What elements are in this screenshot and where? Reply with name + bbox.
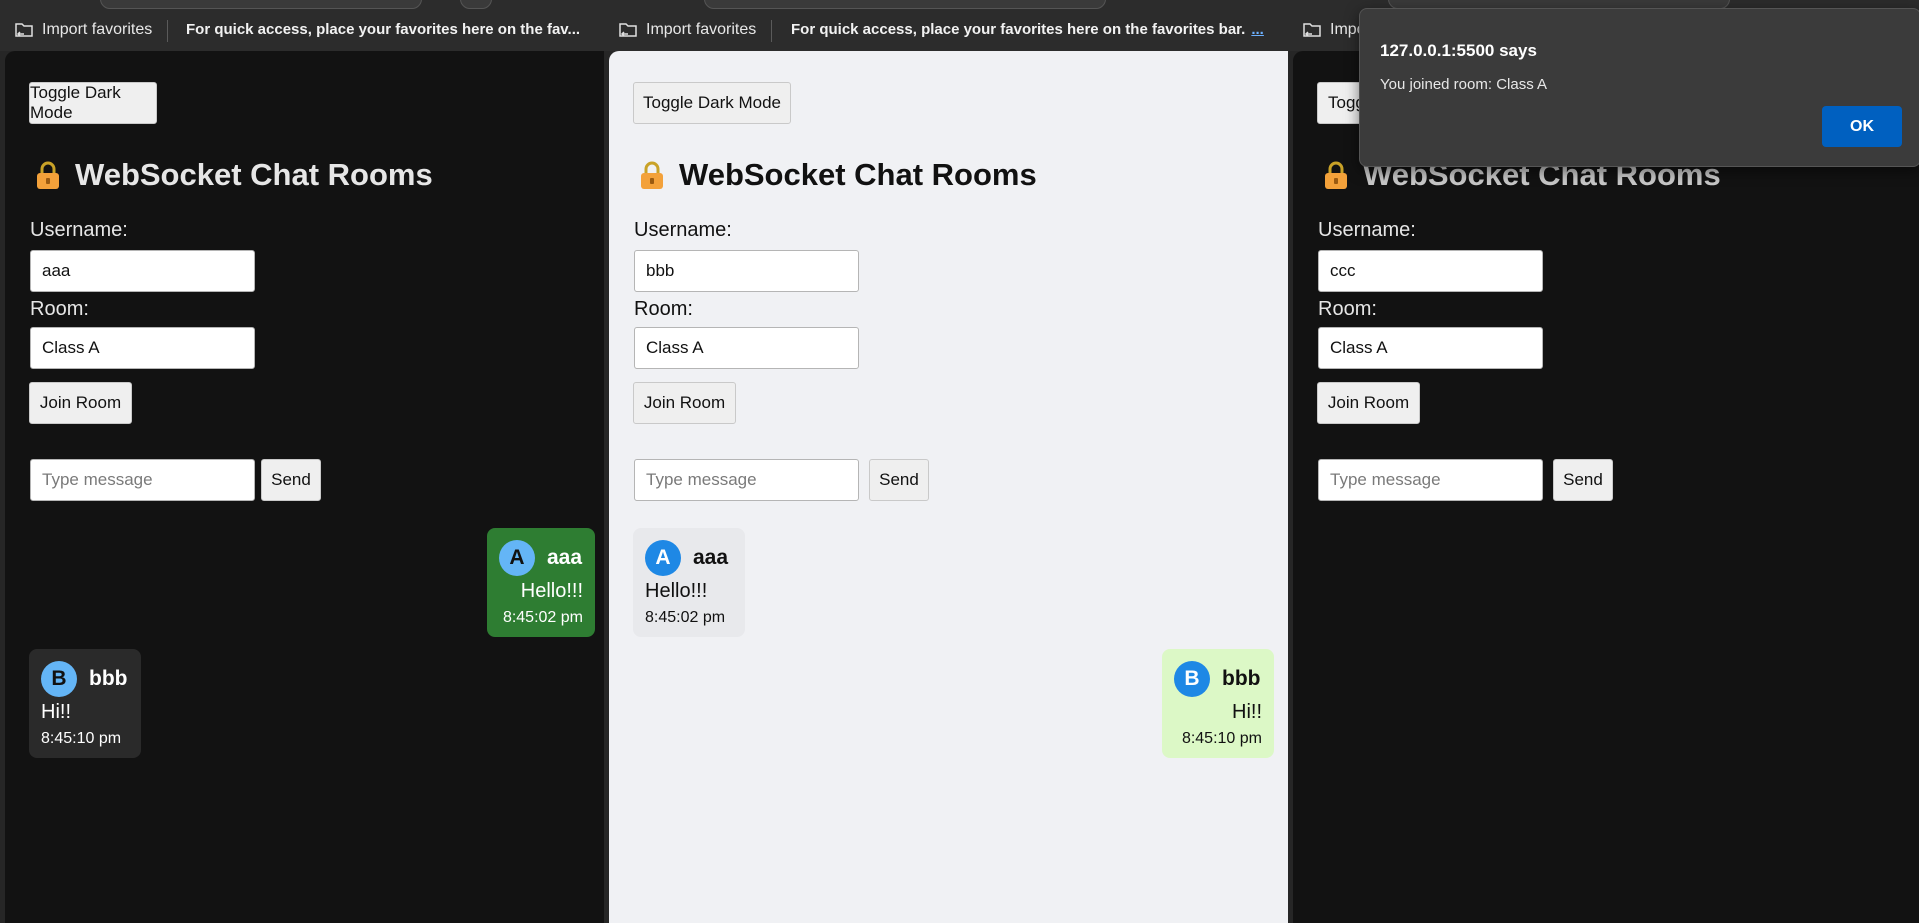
message-input[interactable]: Type message	[1318, 459, 1543, 501]
import-favorites-button[interactable]: Import favorites	[618, 21, 756, 39]
room-label: Room:	[30, 298, 89, 320]
username-input[interactable]: bbb	[634, 250, 859, 292]
join-room-button[interactable]: Join Room	[1317, 382, 1420, 424]
browser-window-2: Import favorites For quick access, place…	[604, 0, 1288, 923]
avatar: A	[645, 540, 681, 576]
lock-icon	[1325, 161, 1347, 189]
username-label: Username:	[634, 219, 732, 241]
message-time: 8:45:10 pm	[1181, 730, 1262, 747]
title-text: WebSocket Chat Rooms	[75, 157, 433, 192]
message-time: 8:45:10 pm	[41, 730, 122, 747]
browser-window-1: Import favorites For quick access, place…	[0, 0, 604, 923]
room-input[interactable]: Class A	[1318, 327, 1543, 369]
message-time: 8:45:02 pm	[645, 609, 726, 626]
room-label: Room:	[634, 298, 693, 320]
message-text: Hello!!!	[645, 580, 708, 602]
import-folder-icon	[1303, 23, 1321, 37]
send-button[interactable]: Send	[1553, 459, 1613, 501]
avatar: A	[499, 540, 535, 576]
favorites-hint-text: For quick access, place your favorites h…	[791, 21, 1246, 38]
favorites-hint: For quick access, place your favorites h…	[791, 21, 1288, 38]
favorites-hint: For quick access, place your favorites h…	[186, 21, 581, 38]
message-time: 8:45:02 pm	[502, 609, 583, 626]
message-text: Hi!!	[1232, 701, 1262, 723]
dialog-ok-button[interactable]: OK	[1822, 106, 1902, 147]
username-label: Username:	[30, 219, 128, 241]
send-button[interactable]: Send	[261, 459, 321, 501]
favorites-separator	[771, 20, 772, 42]
message-username: bbb	[1222, 667, 1261, 690]
title-text: WebSocket Chat Rooms	[679, 157, 1037, 192]
chat-message-own: A aaa Hello!!! 8:45:02 pm	[487, 528, 595, 637]
message-input[interactable]: Type message	[30, 459, 255, 501]
page-title: WebSocket Chat Rooms	[639, 157, 1037, 193]
avatar: B	[1174, 661, 1210, 697]
send-button[interactable]: Send	[869, 459, 929, 501]
username-input[interactable]: aaa	[30, 250, 255, 292]
message-username: bbb	[89, 667, 128, 690]
favorites-separator	[167, 20, 168, 42]
import-folder-icon	[15, 23, 33, 37]
message-header: B bbb	[1174, 661, 1262, 697]
message-header: A aaa	[499, 540, 583, 576]
message-text: Hi!!	[41, 701, 71, 723]
import-favorites-label: Import favorites	[42, 21, 153, 38]
chat-message-own: B bbb Hi!! 8:45:10 pm	[1162, 649, 1274, 758]
message-header: A aaa	[645, 540, 733, 576]
join-room-button[interactable]: Join Room	[29, 382, 132, 424]
dialog-title: 127.0.0.1:5500 says	[1380, 41, 1537, 60]
chat-page: Togg WebSocket Chat Rooms Username: ccc …	[1293, 51, 1919, 923]
lock-icon	[641, 161, 663, 189]
alert-dialog: 127.0.0.1:5500 says You joined room: Cla…	[1359, 8, 1919, 167]
username-input[interactable]: ccc	[1318, 250, 1543, 292]
page-title: WebSocket Chat Rooms	[35, 157, 433, 193]
import-folder-icon	[619, 23, 637, 37]
message-username: aaa	[547, 546, 583, 569]
message-text: Hello!!!	[520, 580, 583, 602]
lock-icon	[37, 161, 59, 189]
favorites-bar: Import favorites For quick access, place…	[604, 0, 1288, 51]
toggle-dark-mode-button[interactable]: Toggle Dark Mode	[633, 82, 791, 124]
message-header: B bbb	[41, 661, 129, 697]
import-favorites-button[interactable]: Impo	[1302, 21, 1366, 39]
chat-page: Toggle Dark Mode WebSocket Chat Rooms Us…	[5, 51, 604, 923]
dialog-message: You joined room: Class A	[1380, 76, 1548, 93]
import-favorites-button[interactable]: Import favorites	[14, 21, 152, 39]
favorites-more-link[interactable]: ...	[1251, 21, 1264, 38]
room-label: Room:	[1318, 298, 1377, 320]
tab-strip-edge	[460, 0, 492, 9]
avatar: B	[41, 661, 77, 697]
room-input[interactable]: Class A	[30, 327, 255, 369]
tab-strip-edge	[100, 0, 422, 9]
message-username: aaa	[693, 546, 729, 569]
favorites-bar: Import favorites For quick access, place…	[0, 0, 604, 51]
toggle-dark-mode-button[interactable]: Toggle Dark Mode	[29, 82, 157, 124]
username-label: Username:	[1318, 219, 1416, 241]
chat-page: Toggle Dark Mode WebSocket Chat Rooms Us…	[609, 51, 1288, 923]
tab-strip-edge	[704, 0, 1106, 9]
chat-message-other: A aaa Hello!!! 8:45:02 pm	[633, 528, 745, 637]
message-input[interactable]: Type message	[634, 459, 859, 501]
import-favorites-label: Import favorites	[646, 21, 757, 38]
room-input[interactable]: Class A	[634, 327, 859, 369]
chat-message-other: B bbb Hi!! 8:45:10 pm	[29, 649, 141, 758]
join-room-button[interactable]: Join Room	[633, 382, 736, 424]
